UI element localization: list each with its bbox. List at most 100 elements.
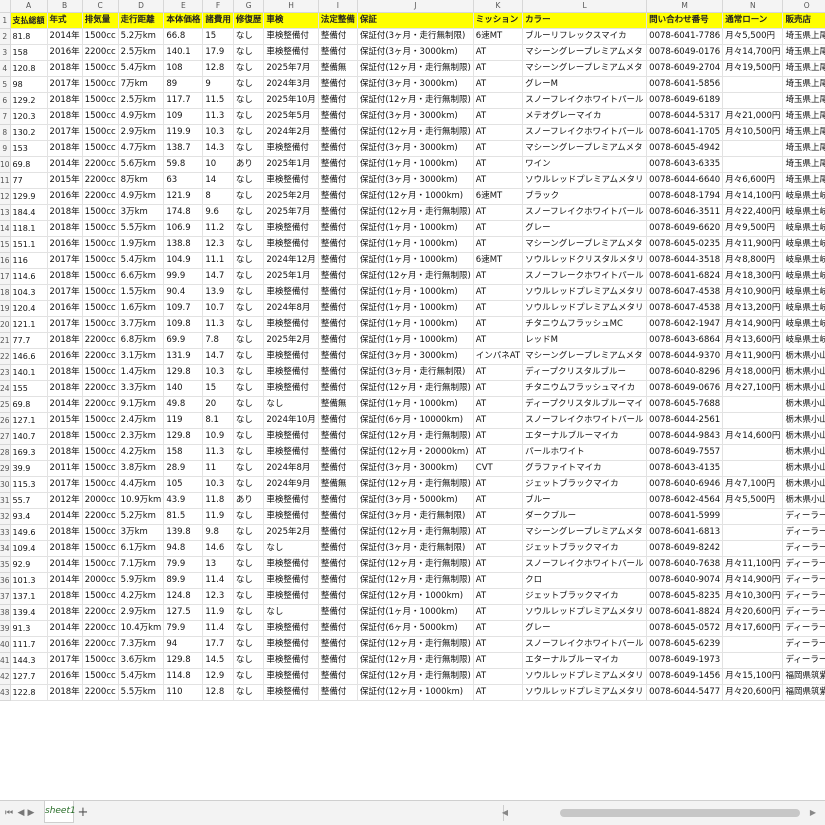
- cell[interactable]: 169.3: [10, 444, 48, 461]
- cell[interactable]: 月々20,600円: [722, 684, 784, 701]
- cell[interactable]: 保証付(12ヶ月・走行無制限): [357, 668, 474, 685]
- cell[interactable]: 保証付(12ヶ月・走行無制限): [357, 636, 474, 653]
- cell[interactable]: AT: [473, 380, 524, 397]
- cell[interactable]: ソウルレッドプレミアムメタリ: [522, 604, 648, 621]
- cell[interactable]: 10.3: [202, 364, 234, 381]
- cell[interactable]: 7.8: [202, 332, 234, 349]
- cell[interactable]: 0078-6045-0572: [646, 620, 724, 637]
- cell[interactable]: 岐阜県土岐: [782, 220, 825, 237]
- cell[interactable]: 0078-6041-8824: [646, 604, 724, 621]
- cell[interactable]: 岐阜県土岐: [782, 204, 825, 221]
- cell[interactable]: 2014年: [47, 156, 83, 173]
- cell[interactable]: ブルーリフレックスマイカ: [522, 28, 648, 45]
- cell[interactable]: 122.8: [10, 684, 48, 701]
- cell[interactable]: なし: [233, 396, 265, 413]
- cell[interactable]: 2018年: [47, 444, 83, 461]
- cell[interactable]: グレー: [522, 620, 648, 637]
- cell[interactable]: 0078-6044-2561: [646, 412, 724, 429]
- cell[interactable]: 6.1万km: [118, 540, 165, 557]
- cell[interactable]: AT: [473, 140, 524, 157]
- cell[interactable]: 整備付: [318, 460, 358, 477]
- cell[interactable]: 2.5万km: [118, 44, 165, 61]
- cell[interactable]: 整備付: [318, 556, 358, 573]
- cell[interactable]: 2200cc: [82, 508, 119, 525]
- cell[interactable]: 14.5: [202, 652, 234, 669]
- cell[interactable]: 2016年: [47, 300, 83, 317]
- cell[interactable]: 2016年: [47, 188, 83, 205]
- cell[interactable]: 6速MT: [473, 28, 524, 45]
- cell[interactable]: スノーフレイクホワイトパール: [522, 204, 648, 221]
- cell[interactable]: 2017年: [47, 476, 83, 493]
- cell[interactable]: 1500cc: [82, 556, 119, 573]
- cell[interactable]: AT: [473, 124, 524, 141]
- cell[interactable]: 整備付: [318, 316, 358, 333]
- cell[interactable]: 埼玉県上尾: [782, 124, 825, 141]
- scrollbar-thumb[interactable]: [560, 809, 800, 817]
- cell[interactable]: 車検整備付: [263, 380, 319, 397]
- cell[interactable]: 埼玉県上尾: [782, 92, 825, 109]
- row-number[interactable]: 21: [0, 332, 11, 349]
- cell[interactable]: 5.2万km: [118, 28, 165, 45]
- row-number[interactable]: 30: [0, 476, 11, 493]
- cell[interactable]: 0078-6044-3518: [646, 252, 724, 269]
- cell[interactable]: AT: [473, 412, 524, 429]
- cell[interactable]: 月々14,600円: [722, 428, 784, 445]
- cell[interactable]: 月々14,900円: [722, 316, 784, 333]
- cell[interactable]: 月々5,500円: [722, 28, 784, 45]
- cell[interactable]: 2200cc: [82, 396, 119, 413]
- cell[interactable]: 車検整備付: [263, 620, 319, 637]
- row-number[interactable]: 40: [0, 636, 11, 653]
- cell[interactable]: ジェットブラックマイカ: [522, 476, 648, 493]
- cell[interactable]: 77: [10, 172, 48, 189]
- cell[interactable]: 月々10,900円: [722, 284, 784, 301]
- cell[interactable]: 月々9,500円: [722, 220, 784, 237]
- cell[interactable]: 月々7,100円: [722, 476, 784, 493]
- cell[interactable]: 17.9: [202, 44, 234, 61]
- row-number[interactable]: 12: [0, 188, 11, 205]
- cell[interactable]: 158: [10, 44, 48, 61]
- cell[interactable]: 整備付: [318, 604, 358, 621]
- cell[interactable]: 車検整備付: [263, 220, 319, 237]
- cell[interactable]: なし: [233, 44, 265, 61]
- header-cell[interactable]: 支払総額: [10, 12, 48, 29]
- cell[interactable]: 月々13,600円: [722, 332, 784, 349]
- cell[interactable]: 59.8: [163, 156, 204, 173]
- cell[interactable]: 保証付(1ヶ月・1000km): [357, 236, 474, 253]
- cell[interactable]: 109: [163, 108, 204, 125]
- cell[interactable]: AT: [473, 236, 524, 253]
- cell[interactable]: 11.3: [202, 108, 234, 125]
- cell[interactable]: 13.9: [202, 284, 234, 301]
- cell[interactable]: 1500cc: [82, 412, 119, 429]
- cell[interactable]: 3.3万km: [118, 380, 165, 397]
- cell[interactable]: 138.7: [163, 140, 204, 157]
- cell[interactable]: なし: [233, 140, 265, 157]
- cell[interactable]: ダークブルー: [522, 508, 648, 525]
- cell[interactable]: 0078-6048-1794: [646, 188, 724, 205]
- cell[interactable]: [722, 92, 784, 109]
- cell[interactable]: 10.4万km: [118, 620, 165, 637]
- row-number[interactable]: 11: [0, 172, 11, 189]
- cell[interactable]: 120.8: [10, 60, 48, 77]
- cell[interactable]: 81.5: [163, 508, 204, 525]
- cell[interactable]: 129.8: [163, 652, 204, 669]
- cell[interactable]: AT: [473, 76, 524, 93]
- cell[interactable]: 184.4: [10, 204, 48, 221]
- cell[interactable]: 福岡県筑紫: [782, 684, 825, 701]
- cell[interactable]: なし: [263, 540, 319, 557]
- cell[interactable]: 9.8: [202, 524, 234, 541]
- cell[interactable]: 埼玉県上尾: [782, 44, 825, 61]
- cell[interactable]: 2025年2月: [263, 188, 319, 205]
- row-number[interactable]: 36: [0, 572, 11, 589]
- cell[interactable]: 2014年: [47, 556, 83, 573]
- row-number[interactable]: 13: [0, 204, 11, 221]
- cell[interactable]: グレーM: [522, 76, 648, 93]
- cell[interactable]: 1.6万km: [118, 300, 165, 317]
- cell[interactable]: 5.4万km: [118, 60, 165, 77]
- cell[interactable]: パールホワイト: [522, 444, 648, 461]
- cell[interactable]: 車検整備付: [263, 236, 319, 253]
- cell[interactable]: 2018年: [47, 268, 83, 285]
- cell[interactable]: 11.3: [202, 444, 234, 461]
- cell[interactable]: 整備付: [318, 76, 358, 93]
- cell[interactable]: 140.1: [10, 364, 48, 381]
- cell[interactable]: 13: [202, 556, 234, 573]
